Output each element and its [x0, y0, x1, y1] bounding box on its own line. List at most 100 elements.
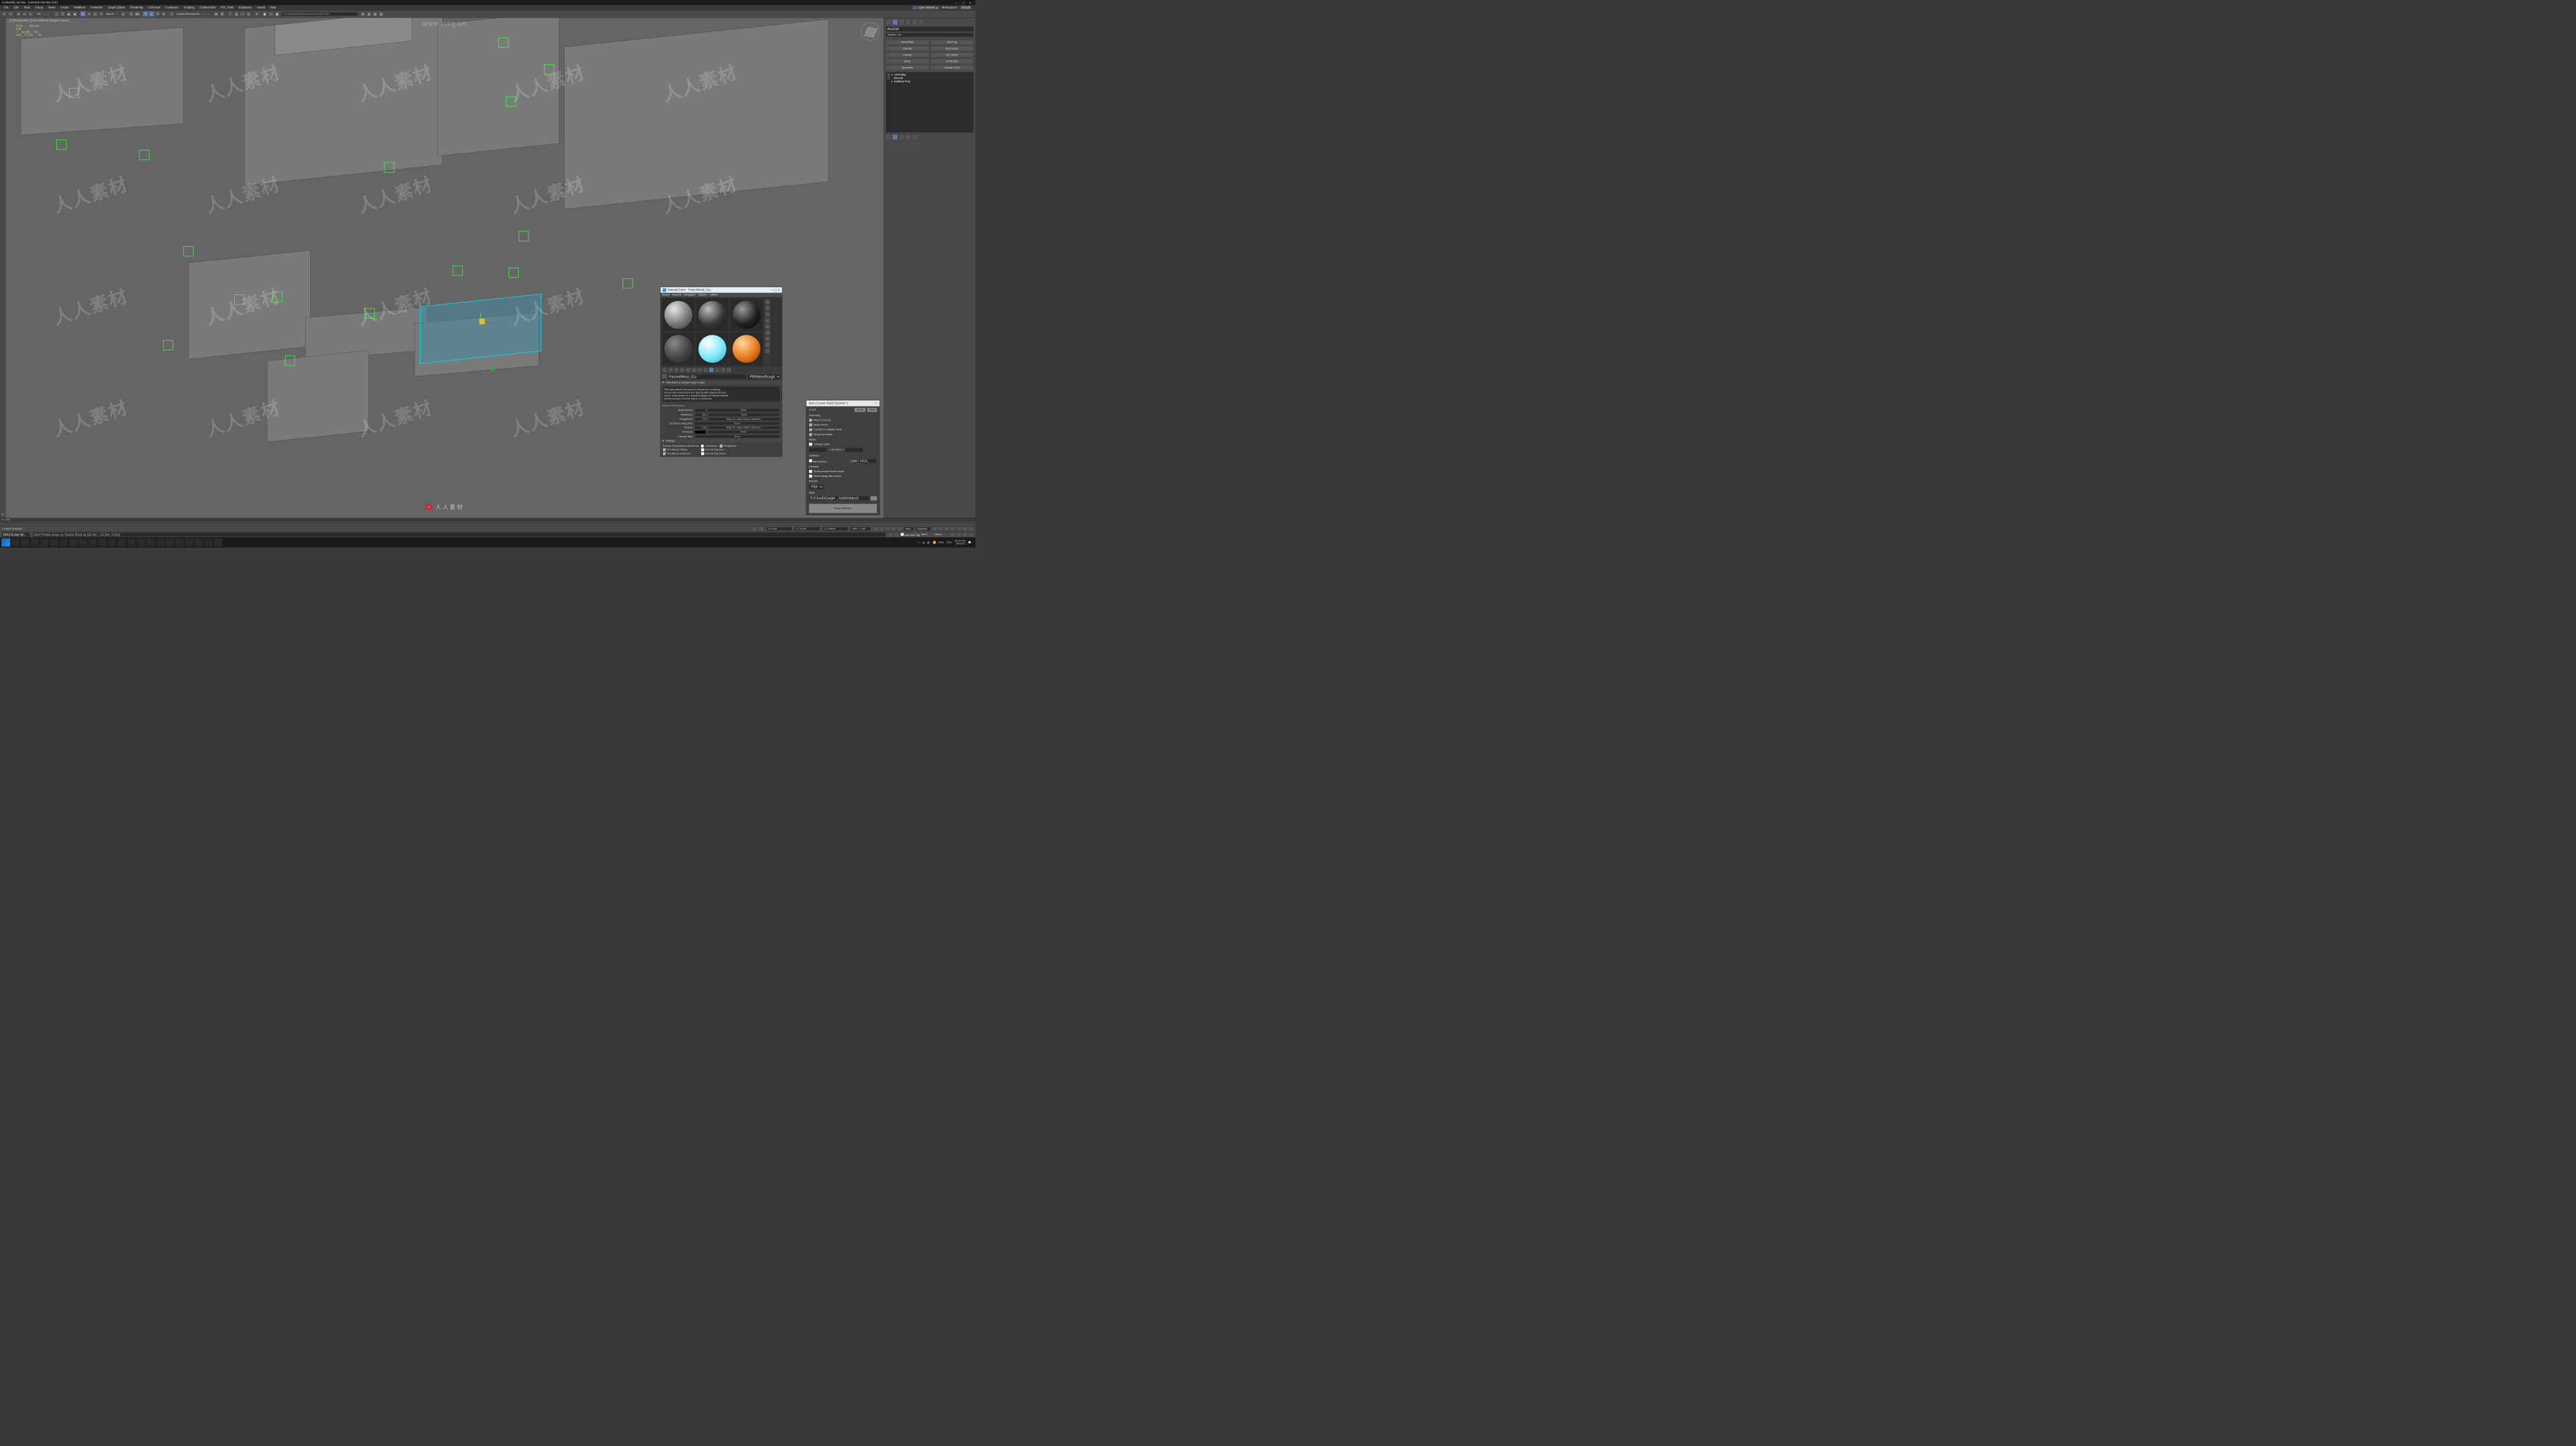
- sample-type-button[interactable]: [765, 300, 770, 305]
- select-rect-button[interactable]: ▦: [66, 11, 71, 17]
- tab-display[interactable]: [912, 19, 918, 25]
- taskbar-search[interactable]: [11, 539, 20, 547]
- go-sibling-button[interactable]: [727, 368, 732, 373]
- mod-volselect[interactable]: Vol. Select: [930, 52, 974, 58]
- metalness-spinner[interactable]: 0.0: [694, 413, 706, 416]
- goto-end-button[interactable]: [898, 526, 902, 531]
- menu-file[interactable]: File: [1, 6, 11, 9]
- menu-edit[interactable]: Edit: [11, 6, 21, 9]
- preview-button[interactable]: [765, 330, 770, 335]
- material-type-select[interactable]: PBRMetalRough: [747, 374, 780, 380]
- isolate-button[interactable]: [888, 533, 893, 537]
- tray-language[interactable]: ENG: [938, 541, 944, 544]
- scale-button[interactable]: ◫: [93, 11, 98, 17]
- close-icon[interactable]: ✕: [967, 1, 973, 4]
- batch-prompt-checkbox[interactable]: Show prompt before export: [809, 469, 877, 473]
- refcoord-dropdown[interactable]: View ▾: [105, 12, 120, 16]
- viewport-nav-zoomall[interactable]: [945, 526, 949, 531]
- taskbar-app-1[interactable]: [40, 539, 49, 547]
- tray-wifi-icon[interactable]: 📶: [933, 541, 936, 544]
- link-button[interactable]: ⇄: [15, 11, 21, 17]
- taskbar-app-8[interactable]: [108, 539, 117, 547]
- material-name-input[interactable]: [667, 374, 746, 380]
- batch-format-select[interactable]: FBX: [809, 484, 823, 490]
- material-slot-2[interactable]: [696, 298, 729, 331]
- selected-keymode[interactable]: Selected: [915, 527, 930, 531]
- taskbar-taskview[interactable]: [21, 539, 30, 547]
- mod-smooth[interactable]: Smooth: [885, 52, 929, 58]
- emission-map-button[interactable]: None: [707, 431, 780, 434]
- select-by-name-button[interactable]: ☰: [60, 11, 65, 17]
- mod-mirror[interactable]: Mirror: [885, 58, 929, 64]
- tray-date[interactable]: 3/8/2021: [955, 543, 965, 545]
- move-button[interactable]: ✥: [80, 11, 86, 17]
- tray-cloud-icon[interactable]: ☁: [922, 541, 925, 544]
- batch-prefix-input[interactable]: [859, 459, 877, 463]
- batch-reset-checkbox[interactable]: Reset xForm: [809, 423, 877, 427]
- select-lock-button[interactable]: [894, 533, 899, 537]
- bind-button[interactable]: ⚲: [28, 11, 34, 17]
- tab-hierarchy[interactable]: [899, 19, 904, 25]
- menu-modifiers[interactable]: Modifiers: [71, 6, 87, 9]
- unlink-button[interactable]: ⇹: [22, 11, 28, 17]
- viewport-perspective[interactable]: [+] [Perspective ] [User Defined ] [Edge…: [5, 18, 883, 518]
- batch-dialog-checkbox[interactable]: Show dialog after export: [809, 475, 877, 478]
- typein-x[interactable]: X: 0.0m: [767, 527, 792, 531]
- keyfilter-button[interactable]: [932, 526, 936, 531]
- light-button[interactable]: [765, 306, 770, 311]
- batch-browse-button[interactable]: ...: [870, 496, 877, 500]
- prev-frame-button[interactable]: [879, 526, 884, 531]
- taskbar-app-16[interactable]: [185, 539, 194, 547]
- mated-menu-utilities[interactable]: Utilities: [710, 294, 718, 296]
- options-button[interactable]: [765, 336, 770, 341]
- select-by-mat-button[interactable]: [765, 342, 770, 347]
- stack-pin-button[interactable]: [885, 134, 891, 140]
- material-editor-button[interactable]: ●: [254, 11, 260, 17]
- viewport-nav-fov[interactable]: [951, 526, 955, 531]
- menu-create[interactable]: Create: [58, 6, 71, 9]
- render-setup-button[interactable]: 🍵: [262, 11, 268, 17]
- transform-gizmo[interactable]: [473, 315, 488, 330]
- menu-crymaxtools[interactable]: CryMaxTools: [197, 6, 219, 9]
- cb-flip-green[interactable]: Normal Flip Green: [701, 451, 726, 455]
- typein-y[interactable]: Y: 12.0m: [794, 527, 820, 531]
- matobj-button[interactable]: [765, 348, 770, 353]
- taskbar-app-2[interactable]: [50, 539, 58, 547]
- play-button[interactable]: [885, 526, 890, 531]
- viewport-nav-grid4[interactable]: [969, 533, 973, 537]
- normal-map-button[interactable]: Map #4 ( Map Output Selector ): [708, 426, 780, 429]
- viewport-nav-max[interactable]: [969, 526, 973, 531]
- tab-motion[interactable]: [906, 19, 911, 25]
- viewport-nav-grid3[interactable]: [963, 533, 967, 537]
- mated-menu-options[interactable]: Options: [698, 294, 707, 296]
- spinner-snap-button[interactable]: ⇅: [161, 11, 166, 17]
- mated-close-icon[interactable]: ✕: [777, 288, 780, 292]
- menu-customize[interactable]: Customize: [163, 6, 181, 9]
- layer-button[interactable]: ≡: [227, 11, 233, 17]
- base-map-button[interactable]: None: [707, 408, 780, 412]
- object-name-input[interactable]: [885, 26, 973, 32]
- occlusion-map-button[interactable]: None: [694, 422, 780, 425]
- cb-flip-red[interactable]: Normal Flip Red: [701, 448, 726, 452]
- viewport-nav-orbit[interactable]: [963, 526, 967, 531]
- taskbar-app-10[interactable]: [127, 539, 136, 547]
- extra-tool-4[interactable]: ▧: [378, 11, 384, 17]
- taskbar-app-13[interactable]: [156, 539, 164, 547]
- goto-start-button[interactable]: [873, 526, 878, 531]
- material-slot-4[interactable]: [662, 333, 694, 365]
- select-button[interactable]: ▭: [54, 11, 59, 17]
- menu-rsitools[interactable]: RSI_Tools: [218, 6, 236, 9]
- extra-tool-1[interactable]: ▤: [360, 11, 366, 17]
- setkey-button[interactable]: Set K: [922, 533, 933, 536]
- make-copy-button[interactable]: [686, 368, 691, 373]
- stack-configure-button[interactable]: [912, 134, 918, 140]
- taskbar-app-9[interactable]: [117, 539, 126, 547]
- redo-button[interactable]: ↷: [7, 11, 13, 17]
- selection-filter[interactable]: All: [36, 12, 52, 16]
- tab-utilities[interactable]: [918, 19, 924, 25]
- make-unique-button[interactable]: [692, 368, 697, 373]
- window-crossing-button[interactable]: ▣: [72, 11, 78, 17]
- workspace-select[interactable]: Default: [960, 6, 972, 9]
- extra-tool-2[interactable]: ▥: [366, 11, 372, 17]
- batch-help-button[interactable]: Help: [867, 408, 877, 412]
